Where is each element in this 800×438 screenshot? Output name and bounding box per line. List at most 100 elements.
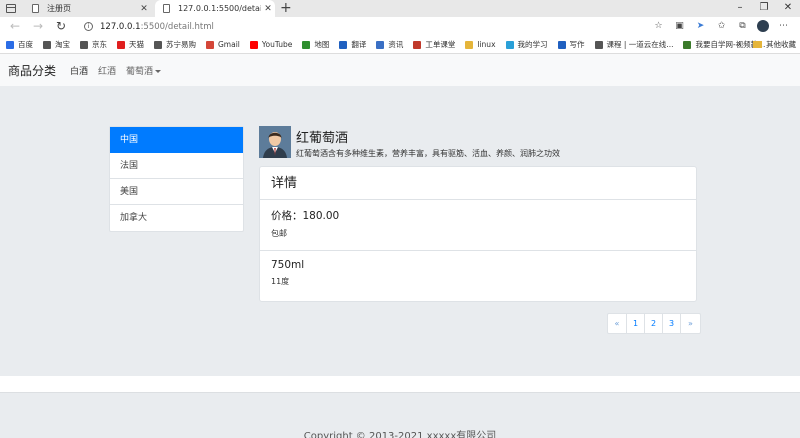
nav-dropdown-putaojiu[interactable]: 葡萄酒 xyxy=(126,64,162,77)
page-icon xyxy=(32,4,39,13)
tab-label: 127.0.0.1:5500/detail.html xyxy=(178,4,261,13)
detail-item-title: 750ml xyxy=(271,259,305,271)
bookmark-favicon-icon xyxy=(465,40,474,49)
bookmark-favicon-icon xyxy=(594,40,603,49)
navbar-brand[interactable]: 商品分类 xyxy=(8,62,56,79)
url-path: :5500/detail.html xyxy=(140,21,214,32)
pagination-next[interactable]: » xyxy=(681,314,700,333)
favorite-star-icon[interactable]: ☆ xyxy=(648,19,669,34)
detail-item-text: 包邮 xyxy=(271,229,287,238)
url-input[interactable]: i 127.0.0.1:5500/detail.html xyxy=(76,19,660,34)
browser-tab-register[interactable]: 注册页 ✕ xyxy=(24,0,151,17)
bookmark-item[interactable]: 翻译 xyxy=(339,39,366,50)
pagination-page-1[interactable]: 1 xyxy=(627,314,645,333)
country-item-usa[interactable]: 美国 xyxy=(110,179,243,205)
favorites-icon[interactable]: ✩ xyxy=(711,19,732,34)
reload-icon[interactable]: ↻ xyxy=(56,19,66,33)
page-icon xyxy=(163,4,170,13)
url-host: 127.0.0.1 xyxy=(100,21,141,32)
detail-item-price[interactable]: 价格：180.00 包邮 xyxy=(260,200,696,251)
bookmark-item[interactable]: 工单课堂 xyxy=(413,39,455,50)
bookmarks-bar: 百度 淘宝 京东 天猫 苏宁易购 Gmail YouTube 地图 翻译 资讯 工单课堂 linux 我… xyxy=(0,36,800,54)
bookmark-label: 工单课堂 xyxy=(425,40,456,49)
bookmark-favicon-icon xyxy=(683,40,692,49)
browser-toolbar: ☆ ▣ ➤ ✩ ⧉ ⋯ xyxy=(648,19,794,34)
browser-tab-detail[interactable]: 127.0.0.1:5500/detail.html ✕ xyxy=(155,0,275,17)
bookmark-item[interactable]: 我的学习 xyxy=(505,39,548,50)
window-controls: – ❐ ✕ xyxy=(728,0,800,17)
bookmark-label: 淘宝 xyxy=(55,40,70,49)
pagination: « 1 2 3 » xyxy=(607,313,701,334)
pagination-page-2[interactable]: 2 xyxy=(645,314,663,333)
bookmark-label: linux xyxy=(477,40,496,49)
bookmark-favicon-icon xyxy=(302,40,311,49)
detail-item-title: 价格：180.00 xyxy=(271,210,340,222)
bird-extension-icon[interactable]: ➤ xyxy=(690,19,711,34)
bookmark-item[interactable]: 写作 xyxy=(557,39,585,50)
minimize-icon[interactable]: – xyxy=(728,0,752,17)
forward-arrow-icon[interactable]: → xyxy=(33,19,43,33)
detail-card: 详情 价格：180.00 包邮 750ml 11度 xyxy=(259,166,697,302)
bookmark-label: YouTube xyxy=(261,40,293,49)
bookmark-favicon-icon xyxy=(6,40,14,49)
footer-copyright: Copyright © 2013-2021 xxxxx有限公司 xyxy=(303,431,497,438)
bookmark-item[interactable]: 京东 xyxy=(80,39,107,50)
product-header: 红葡萄酒 红葡萄酒含有多种维生素，营养丰富，具有驱筋、活血、养颜、润肺之功效 xyxy=(259,126,699,158)
folder-icon xyxy=(753,41,762,48)
bookmark-item[interactable]: 天猫 xyxy=(117,39,144,50)
bookmark-item[interactable]: 资讯 xyxy=(376,39,403,50)
bookmark-label: 苏宁易购 xyxy=(166,40,196,49)
country-item-canada[interactable]: 加拿大 xyxy=(110,205,243,231)
bookmark-favicon-icon xyxy=(376,40,385,49)
pagination-prev[interactable]: « xyxy=(608,314,627,333)
caret-down-icon xyxy=(155,69,162,73)
bookmark-item[interactable]: YouTube xyxy=(249,40,293,49)
country-item-france[interactable]: 法国 xyxy=(110,153,243,179)
more-menu-icon[interactable]: ⋯ xyxy=(773,19,794,34)
info-icon[interactable]: i xyxy=(84,22,93,31)
bookmark-label: 地图 xyxy=(314,40,330,49)
bookmark-label: 京东 xyxy=(92,40,107,49)
collections-icon[interactable]: ⧉ xyxy=(732,19,753,34)
bookmark-favicon-icon xyxy=(413,40,422,49)
new-tab-button[interactable]: + xyxy=(280,0,292,17)
bookmark-label: 天猫 xyxy=(129,40,144,49)
bookmark-label: 课程 | 一道云在线... xyxy=(606,40,674,49)
country-item-china[interactable]: 中国 xyxy=(110,127,243,153)
bookmark-item[interactable]: 课程 | 一道云在线... xyxy=(594,39,674,50)
bookmark-label: 翻译 xyxy=(351,40,367,49)
nav-dropdown-label: 葡萄酒 xyxy=(126,66,154,77)
bookmark-favicon-icon xyxy=(339,40,348,49)
back-arrow-icon[interactable]: ← xyxy=(10,19,20,33)
bookmark-item[interactable]: 地图 xyxy=(302,39,329,50)
bookmark-item[interactable]: linux xyxy=(465,40,496,49)
close-icon[interactable]: ✕ xyxy=(261,4,275,14)
pagination-page-3[interactable]: 3 xyxy=(663,314,681,333)
profile-avatar[interactable] xyxy=(757,20,769,32)
product-title: 红葡萄酒 xyxy=(296,131,349,146)
nav-link-hongjiu[interactable]: 红酒 xyxy=(98,64,116,77)
bookmark-item[interactable]: 淘宝 xyxy=(43,39,70,50)
product-description: 红葡萄酒含有多种维生素，营养丰富，具有驱筋、活血、养颜、润肺之功效 xyxy=(296,149,560,158)
window-menu-icon[interactable] xyxy=(6,4,16,13)
bookmark-label: 资讯 xyxy=(388,40,404,49)
bookmark-favicon-icon xyxy=(43,40,51,49)
bookmark-favicon-icon xyxy=(505,40,514,49)
extension-icon[interactable]: ▣ xyxy=(669,19,690,34)
site-navbar: 商品分类 白酒 红酒 葡萄酒 xyxy=(0,54,800,86)
close-icon[interactable]: ✕ xyxy=(137,4,151,14)
bookmark-label: Gmail xyxy=(218,40,240,49)
detail-item-text: 11度 xyxy=(271,277,290,286)
nav-link-baijiu[interactable]: 白酒 xyxy=(70,64,88,77)
detail-item-volume[interactable]: 750ml 11度 xyxy=(260,251,696,301)
product-avatar-image xyxy=(259,126,291,158)
bookmark-item[interactable]: 苏宁易购 xyxy=(154,39,196,50)
window-close-icon[interactable]: ✕ xyxy=(776,0,800,17)
bookmark-item[interactable]: Gmail xyxy=(206,40,240,49)
bookmark-label: 写作 xyxy=(569,40,585,49)
bookmark-label: 百度 xyxy=(18,40,33,49)
chevron-right-icon[interactable]: › xyxy=(737,39,741,50)
other-bookmarks-label[interactable]: 其他收藏 xyxy=(766,39,796,50)
bookmark-item[interactable]: 百度 xyxy=(6,39,33,50)
restore-icon[interactable]: ❐ xyxy=(752,0,776,17)
